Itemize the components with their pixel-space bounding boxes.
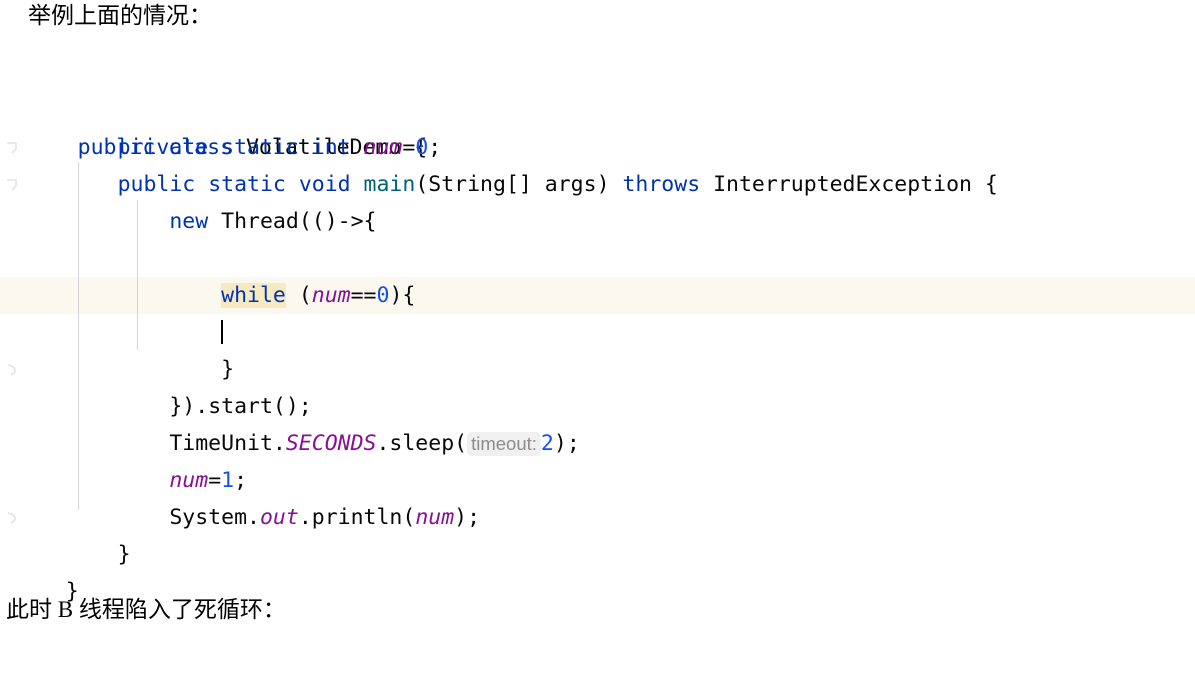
- code-line[interactable]: TimeUnit.SECONDS.sleep(timeout: 2);: [0, 388, 1195, 456]
- code-line-blank[interactable]: [0, 203, 1195, 240]
- code-line[interactable]: private static int num=0;: [0, 92, 1195, 160]
- code-line[interactable]: }: [0, 499, 1195, 567]
- code-line[interactable]: public class VolatileDemo {: [0, 55, 1195, 160]
- code-line[interactable]: while (num==0){: [0, 240, 1195, 308]
- code-line[interactable]: }: [0, 536, 1195, 604]
- intro-paragraph: 举例上面的情况：: [28, 3, 212, 28]
- code-line[interactable]: public static void main(String[] args) t…: [0, 129, 1195, 197]
- code-line[interactable]: new Thread(()->{: [0, 166, 1195, 234]
- code-line[interactable]: }).start();: [0, 351, 1195, 419]
- code-line[interactable]: num=1;: [0, 425, 1195, 493]
- code-line[interactable]: }: [0, 314, 1195, 382]
- code-line-caret[interactable]: [0, 277, 1195, 344]
- code-editor[interactable]: public class VolatileDemo { private stat…: [0, 55, 1195, 604]
- code-token-punctuation: }: [65, 579, 79, 604]
- code-line[interactable]: System.out.println(num);: [0, 462, 1195, 530]
